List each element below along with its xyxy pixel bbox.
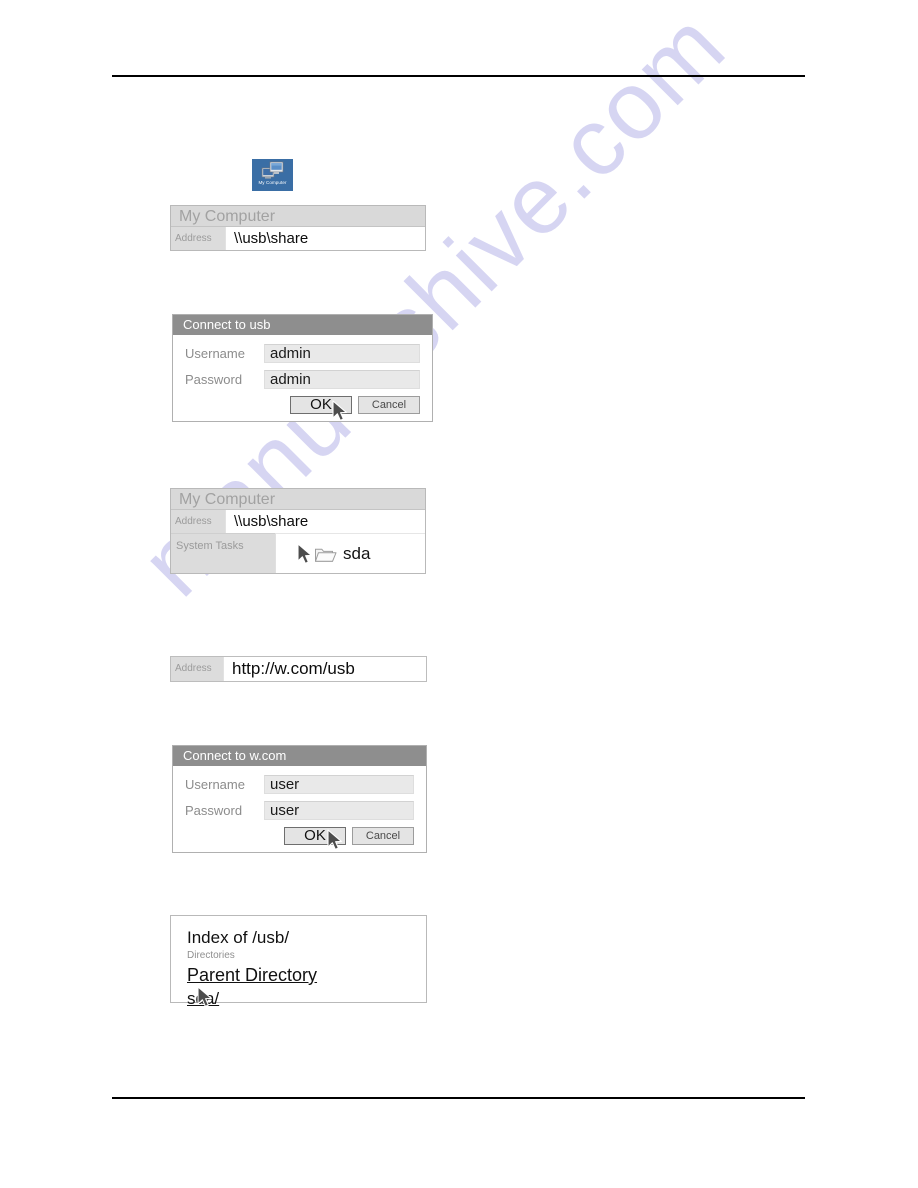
- address-input-step2[interactable]: \\usb\share: [225, 510, 425, 533]
- folder-icon: [315, 548, 337, 562]
- password-row-usb: Password admin: [185, 370, 420, 389]
- explorer-title-step2: My Computer: [171, 489, 425, 510]
- desktop-icon-caption: My Computer: [258, 180, 287, 185]
- files-pane[interactable]: sda: [275, 533, 425, 573]
- username-input-web[interactable]: user: [264, 775, 414, 794]
- dialog-buttons-usb: OK Cancel: [185, 396, 420, 414]
- password-row-web: Password user: [185, 801, 414, 820]
- my-computer-desktop-icon[interactable]: My Computer: [252, 159, 293, 191]
- index-subheading: Directories: [187, 950, 235, 961]
- explorer-title-step1: My Computer: [171, 206, 425, 227]
- password-label-web: Password: [185, 802, 243, 818]
- address-label-step2: Address: [171, 510, 225, 533]
- sda-directory-link[interactable]: sda/: [187, 987, 219, 1011]
- file-item-sda[interactable]: sda: [314, 544, 370, 564]
- explorer-body-step2: System Tasks sda: [171, 533, 425, 573]
- parent-directory-row: Parent Directory: [187, 964, 426, 987]
- ok-button-usb[interactable]: OK: [290, 396, 352, 414]
- username-row-usb: Username admin: [185, 344, 420, 363]
- cancel-button-usb[interactable]: Cancel: [358, 396, 420, 414]
- username-row-web: Username user: [185, 775, 414, 794]
- watermark: manualshive.com: [0, 0, 918, 1188]
- sda-directory-row: sda/: [187, 987, 426, 1011]
- document-page: manualshive.com My Computer My Computer …: [0, 0, 918, 1188]
- dialog-body-usb: Username admin Password admin OK Cancel: [173, 335, 432, 421]
- dialog-body-web: Username user Password user OK Cancel: [173, 766, 426, 852]
- system-tasks-pane[interactable]: System Tasks: [171, 533, 275, 573]
- directory-index-listing: Index of /usb/ Directories Parent Direct…: [170, 915, 427, 1008]
- address-label-web: Address: [171, 657, 223, 681]
- password-label-usb: Password: [185, 371, 243, 387]
- address-row-step1[interactable]: Address \\usb\share: [171, 227, 425, 250]
- address-input-web[interactable]: http://w.com/usb: [223, 657, 426, 681]
- dialog-title-web: Connect to w.com: [173, 746, 426, 766]
- cancel-button-web[interactable]: Cancel: [352, 827, 414, 845]
- my-computer-icon: [261, 161, 283, 179]
- username-label-web: Username: [185, 776, 245, 792]
- browser-address-bar[interactable]: Address http://w.com/usb: [170, 656, 427, 682]
- username-input-usb[interactable]: admin: [264, 344, 420, 363]
- address-row-step2[interactable]: Address \\usb\share: [171, 510, 425, 533]
- header-rule: [112, 75, 805, 77]
- address-label-step1: Address: [171, 227, 225, 250]
- connect-dialog-usb[interactable]: Connect to usb Username admin Password a…: [172, 314, 433, 422]
- username-label-usb: Username: [185, 345, 245, 361]
- dialog-buttons-web: OK Cancel: [185, 827, 414, 845]
- explorer-window-step2[interactable]: My Computer Address \\usb\share System T…: [170, 488, 426, 574]
- index-heading: Index of /usb/: [187, 928, 290, 947]
- explorer-window-step1[interactable]: My Computer Address \\usb\share: [170, 205, 426, 251]
- password-input-usb[interactable]: admin: [264, 370, 420, 389]
- connect-dialog-web[interactable]: Connect to w.com Username user Password …: [172, 745, 427, 853]
- password-input-web[interactable]: user: [264, 801, 414, 820]
- dialog-title-usb: Connect to usb: [173, 315, 432, 335]
- parent-directory-link[interactable]: Parent Directory: [187, 964, 317, 987]
- footer-rule: [112, 1097, 805, 1099]
- address-input-step1[interactable]: \\usb\share: [225, 227, 425, 250]
- ok-button-web[interactable]: OK: [284, 827, 346, 845]
- file-label-sda: sda: [343, 543, 371, 563]
